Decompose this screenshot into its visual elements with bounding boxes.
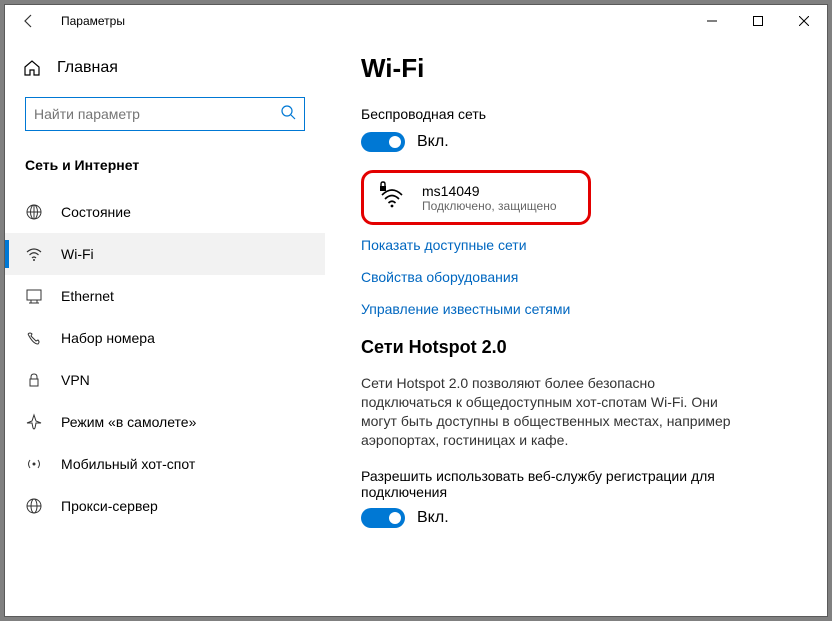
sidebar-item-airplane[interactable]: Режим «в самолете» — [5, 401, 325, 443]
maximize-button[interactable] — [735, 5, 781, 37]
sidebar-item-label: Прокси-сервер — [61, 498, 158, 514]
ethernet-icon — [25, 287, 43, 305]
search-box[interactable] — [25, 97, 305, 131]
page-title: Wi-Fi — [361, 53, 791, 84]
sidebar-item-wifi[interactable]: Wi-Fi — [5, 233, 325, 275]
network-name: ms14049 — [422, 183, 557, 199]
wifi-icon — [25, 245, 43, 263]
wifi-toggle-label: Вкл. — [417, 133, 449, 151]
sidebar-item-label: VPN — [61, 372, 90, 388]
sidebar-item-label: Набор номера — [61, 330, 155, 346]
back-button[interactable] — [15, 7, 43, 35]
home-icon — [23, 59, 41, 77]
sidebar-item-hotspot[interactable]: Мобильный хот-спот — [5, 443, 325, 485]
sidebar: Главная Сеть и Интернет Состояние Wi-Fi … — [5, 37, 325, 616]
hotspot-icon — [25, 455, 43, 473]
known-networks-link[interactable]: Управление известными сетями — [361, 301, 791, 317]
vpn-icon — [25, 371, 43, 389]
sidebar-item-dialup[interactable]: Набор номера — [5, 317, 325, 359]
minimize-button[interactable] — [689, 5, 735, 37]
airplane-icon — [25, 413, 43, 431]
registration-label: Разрешить использовать веб-службу регист… — [361, 468, 741, 500]
sidebar-item-proxy[interactable]: Прокси-сервер — [5, 485, 325, 527]
main-panel: Wi-Fi Беспроводная сеть Вкл. ms — [325, 37, 827, 616]
wireless-label: Беспроводная сеть — [361, 106, 791, 122]
sidebar-item-label: Мобильный хот-спот — [61, 456, 195, 472]
sidebar-item-label: Ethernet — [61, 288, 114, 304]
titlebar: Параметры — [5, 5, 827, 37]
network-status: Подключено, защищено — [422, 199, 557, 213]
sidebar-item-status[interactable]: Состояние — [5, 191, 325, 233]
registration-toggle[interactable] — [361, 508, 405, 528]
sidebar-item-label: Wi-Fi — [61, 246, 94, 262]
registration-toggle-label: Вкл. — [417, 509, 449, 527]
wifi-toggle[interactable] — [361, 132, 405, 152]
hotspot-desc: Сети Hotspot 2.0 позволяют более безопас… — [361, 374, 741, 450]
search-input[interactable] — [34, 106, 280, 122]
window-title: Параметры — [61, 14, 125, 28]
sidebar-item-vpn[interactable]: VPN — [5, 359, 325, 401]
show-networks-link[interactable]: Показать доступные сети — [361, 237, 791, 253]
sidebar-item-ethernet[interactable]: Ethernet — [5, 275, 325, 317]
status-icon — [25, 203, 43, 221]
wifi-secure-icon — [378, 181, 406, 214]
close-button[interactable] — [781, 5, 827, 37]
settings-window: Параметры Главная Сеть и Интернет Состоя… — [4, 4, 828, 617]
sidebar-item-label: Состояние — [61, 204, 131, 220]
dialup-icon — [25, 329, 43, 347]
current-network[interactable]: ms14049 Подключено, защищено — [361, 170, 591, 225]
home-link[interactable]: Главная — [5, 53, 325, 83]
home-label: Главная — [57, 59, 118, 77]
hardware-props-link[interactable]: Свойства оборудования — [361, 269, 791, 285]
hotspot-title: Сети Hotspot 2.0 — [361, 337, 791, 358]
search-icon — [280, 104, 296, 125]
sidebar-item-label: Режим «в самолете» — [61, 414, 196, 430]
proxy-icon — [25, 497, 43, 515]
category-header: Сеть и Интернет — [5, 151, 325, 191]
